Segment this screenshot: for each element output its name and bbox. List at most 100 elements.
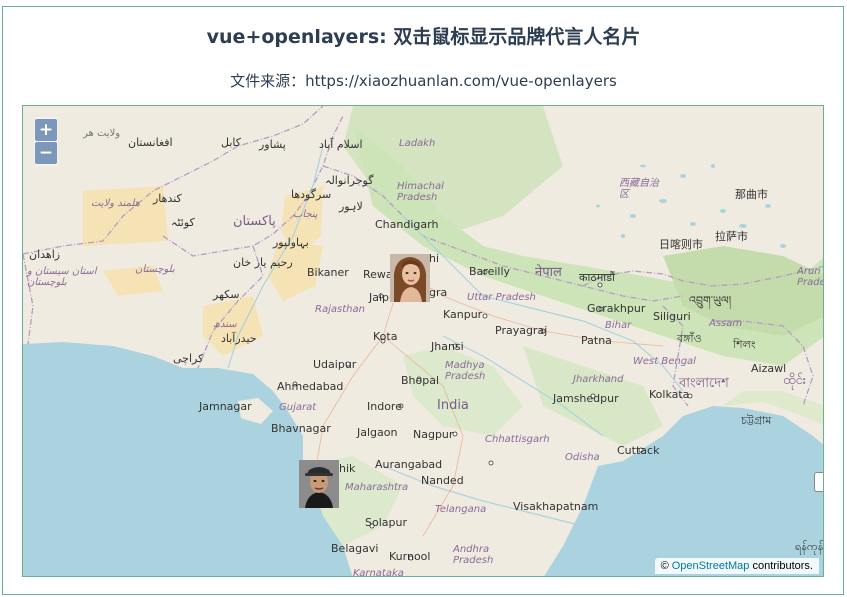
label-madhya: Madhya Pradesh xyxy=(445,360,486,382)
label-bikaner: Bikaner xyxy=(307,266,349,279)
label-westbengal: West Bengal xyxy=(633,356,696,367)
label-sistan: استان سیستان و بلوچستان xyxy=(27,266,97,288)
label-yangon: ရန်ကုန် xyxy=(795,540,824,553)
label-quetta: کوئٹہ xyxy=(171,216,195,229)
endorser-marker-male[interactable] xyxy=(299,460,339,508)
label-bhopal: Bhopal xyxy=(401,374,440,387)
label-afghanistan: افغانستان xyxy=(128,136,173,149)
label-pakistan: پاکستان xyxy=(233,214,276,229)
label-nanded: Nanded xyxy=(421,474,464,487)
label-kurnool: Kurnool xyxy=(389,550,431,563)
label-nepal: नेपाल xyxy=(535,265,562,280)
label-jharkhand: Jharkhand xyxy=(573,374,624,385)
attribution-prefix: © xyxy=(660,560,669,572)
label-assam: Assam xyxy=(709,318,743,329)
label-punjab-pk: پنجاب xyxy=(293,209,318,220)
label-agra: gra xyxy=(429,286,448,299)
label-indore: Indore xyxy=(367,400,402,413)
label-bhavnagar: Bhavnagar xyxy=(271,422,331,435)
label-india: India xyxy=(437,398,469,413)
label-aizawl: Aizawl xyxy=(751,362,787,375)
label-karachi: کراچی xyxy=(173,352,204,365)
label-nagpur: Nagpur xyxy=(413,428,454,441)
label-belagavi: Belagavi xyxy=(331,542,379,555)
label-arunachal: Arun Prade xyxy=(797,266,824,288)
label-myanmar: ထိုင်း xyxy=(783,373,807,388)
label-islamabad: اسلام آباد xyxy=(319,138,363,151)
label-maharashtra: Maharashtra xyxy=(345,482,409,493)
label-andhra: Andhra Pradesh xyxy=(453,544,494,566)
label-kathmandu: काठमाडौं xyxy=(579,271,615,284)
label-himachal: Himachal Pradesh xyxy=(397,181,444,203)
label-bihar: Bihar xyxy=(605,320,632,331)
label-sukkur: سکھر xyxy=(213,288,240,301)
label-karnataka: Karnataka xyxy=(353,568,404,577)
label-gujranwala: گوجرانوالہ xyxy=(325,174,374,187)
label-kolkata: Kolkata xyxy=(649,388,690,401)
label-kabul: کابل xyxy=(221,136,241,149)
label-chhattisgarh: Chhattisgarh xyxy=(485,434,550,445)
label-chandigarh: Chandigarh xyxy=(375,218,439,231)
label-ahmedabad: Ahmedabad xyxy=(277,380,344,393)
label-nashik: hik xyxy=(339,462,356,475)
label-telangana: Telangana xyxy=(435,504,487,515)
label-delhi: hi xyxy=(429,252,440,265)
label-kanpur: Kanpur xyxy=(443,308,483,321)
label-rahim: رحیم یار خان xyxy=(233,256,293,269)
attribution: © OpenStreetMap contributors. xyxy=(654,558,819,574)
label-solapur: Solapur xyxy=(365,516,407,529)
label-lhasa: 拉萨市 xyxy=(715,230,748,243)
overview-map-toggle[interactable] xyxy=(814,472,823,492)
label-peshawar: پشاور xyxy=(259,138,286,151)
endorser-marker-female[interactable] xyxy=(390,254,430,302)
label-helmand: هلمند ولایت xyxy=(91,198,140,209)
map-base-layer xyxy=(23,106,823,576)
endorser-photo-male-icon xyxy=(299,460,339,508)
zoom-control: + − xyxy=(34,117,58,166)
zoom-out-button[interactable]: − xyxy=(35,142,57,164)
label-sindh: سندھ xyxy=(213,319,237,330)
label-kota: Kota xyxy=(373,330,398,343)
label-zahedan: زاهدان xyxy=(29,248,61,261)
endorser-photo-female-icon xyxy=(390,254,430,302)
label-nagqu: 那曲市 xyxy=(735,188,768,201)
label-sargodha: سرگودھا xyxy=(291,188,332,201)
label-patna: Patna xyxy=(581,334,612,347)
label-kandahar: کندهار xyxy=(153,192,182,205)
label-bahawalpur: بہاولپور xyxy=(273,236,309,249)
label-hyderabad: حیدرآباد xyxy=(221,332,257,345)
label-aurangabad: Aurangabad xyxy=(375,458,443,471)
label-uttar: Uttar Pradesh xyxy=(467,292,536,303)
label-gorakhpur: Gorakhpur xyxy=(587,302,646,315)
label-rajasthan: Rajasthan xyxy=(315,304,365,315)
zoom-in-button[interactable]: + xyxy=(35,119,57,141)
label-prayagraj: Prayagraj xyxy=(495,324,548,337)
label-jalgaon: Jalgaon xyxy=(357,426,398,439)
label-bongaigaon: বঙ্গাঁও xyxy=(677,332,702,345)
label-jamnagar: Jamnagar xyxy=(199,400,252,413)
label-gujarat: Gujarat xyxy=(279,402,317,413)
attribution-suffix: contributors. xyxy=(749,560,813,572)
label-shigatse: 日喀则市 xyxy=(659,238,703,251)
map-viewport[interactable]: ولایت هر افغانستان کابل پشاور اسلام آباد… xyxy=(22,105,824,577)
label-balochistan: بلوچستان xyxy=(135,264,175,275)
label-bhutan: འབྲུག་ཡུལ། xyxy=(689,294,732,307)
label-tibet: 西藏自治 区 xyxy=(619,178,659,200)
label-rewari: Rewa xyxy=(363,268,393,281)
label-bareilly: Bareilly xyxy=(469,265,511,278)
label-chattogram: চট্টগ্রাম xyxy=(741,414,772,427)
label-jhansi: Jhansi xyxy=(431,340,464,353)
attribution-osm-link[interactable]: OpenStreetMap xyxy=(672,560,750,572)
label-udaipur: Udaipur xyxy=(313,358,357,371)
label-odisha: Odisha xyxy=(565,452,600,463)
page-subtitle: 文件来源：https://xiaozhuanlan.com/vue-openla… xyxy=(230,72,617,90)
label-lahore: لاہور xyxy=(339,200,363,213)
page-title: vue+openlayers: 双击鼠标显示品牌代言人名片 xyxy=(206,26,641,48)
label-visakhapatnam: Visakhapatnam xyxy=(513,500,599,513)
label-siliguri: Siliguri xyxy=(653,310,691,323)
label-wilayat: ولایت هر xyxy=(83,128,121,139)
label-cuttack: Cuttack xyxy=(617,444,660,457)
label-shillong: শিলং xyxy=(733,338,756,351)
label-ladakh: Ladakh xyxy=(399,138,436,149)
label-jamshedpur: Jamshedpur xyxy=(553,392,619,405)
